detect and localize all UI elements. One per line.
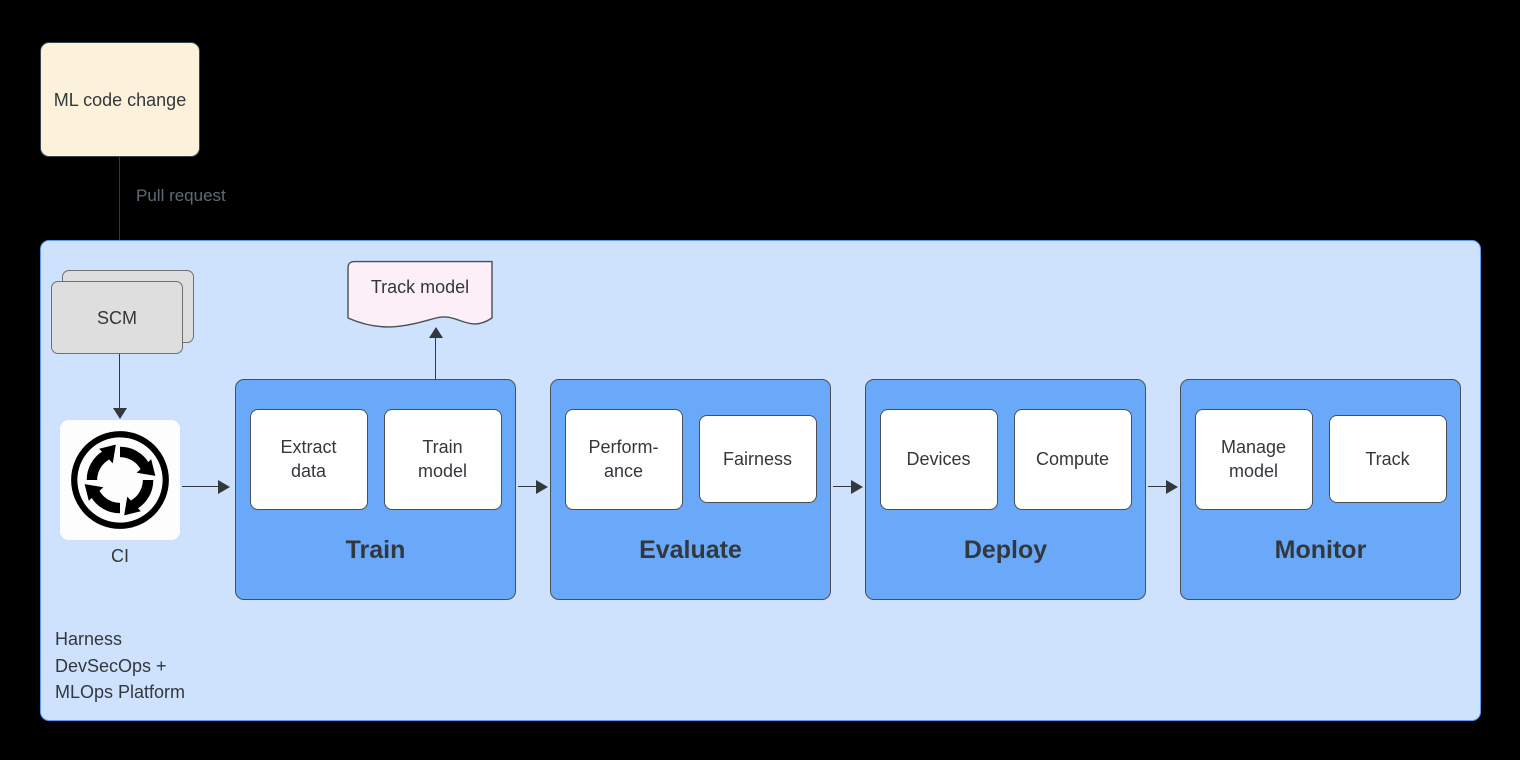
stage-train-label: Train — [345, 536, 406, 564]
ci-node[interactable] — [60, 420, 180, 540]
circular-arrows-icon — [71, 431, 169, 529]
scm-node[interactable]: SCM — [51, 270, 194, 354]
stage-train-substeps: Extract data Train model — [236, 380, 515, 538]
stage-deploy-substeps: Devices Compute — [866, 380, 1145, 538]
substep-devices[interactable]: Devices — [879, 408, 998, 510]
track-model-artifact[interactable]: Track model — [340, 260, 500, 334]
stage-evaluate-label: Evaluate — [639, 536, 742, 564]
substep-train-model[interactable]: Train model — [383, 408, 502, 510]
deploy-to-monitor-arrowhead — [1166, 480, 1178, 494]
stage-evaluate-substeps: Perform- ance Fairness — [551, 380, 830, 538]
platform-caption: Harness DevSecOps + MLOps Platform — [55, 629, 186, 702]
stage-deploy[interactable]: Devices Compute Deploy — [865, 379, 1146, 600]
diagram-canvas: ML code change Pull request Harness DevS… — [0, 0, 1520, 760]
substep-extract-data[interactable]: Extract data — [249, 408, 368, 510]
substep-fairness[interactable]: Fairness — [698, 415, 817, 503]
stage-monitor-label: Monitor — [1274, 536, 1367, 564]
train-to-track-model-arrowhead — [429, 327, 443, 338]
scm-stack-front-sheet: SCM — [51, 281, 183, 354]
stage-monitor-substeps: Manage model Track — [1181, 380, 1460, 538]
ci-label: CI — [111, 546, 129, 566]
stage-train[interactable]: Extract data Train model Train — [235, 379, 516, 600]
substep-performance[interactable]: Perform- ance — [564, 408, 683, 510]
train-to-track-model-connector-line — [435, 338, 437, 380]
stage-deploy-label: Deploy — [963, 536, 1048, 564]
ci-to-train-arrowhead — [218, 480, 230, 494]
track-model-label: Track model — [370, 277, 470, 297]
ci-to-train-connector-line — [182, 486, 220, 488]
stage-evaluate[interactable]: Perform- ance Fairness Evaluate — [550, 379, 831, 600]
substep-track[interactable]: Track — [1328, 415, 1447, 503]
scm-to-ci-connector-line — [119, 354, 121, 416]
scm-to-ci-arrowhead — [113, 408, 127, 419]
ml-code-change-node[interactable]: ML code change — [40, 42, 200, 157]
stage-monitor[interactable]: Manage model Track Monitor — [1180, 379, 1461, 600]
evaluate-to-deploy-arrowhead — [851, 480, 863, 494]
ml-code-change-label: ML code change — [53, 89, 187, 110]
train-to-evaluate-arrowhead — [536, 480, 548, 494]
substep-manage-model[interactable]: Manage model — [1194, 408, 1313, 510]
pull-request-label: Pull request — [136, 186, 226, 205]
scm-label: SCM — [97, 307, 137, 328]
substep-compute[interactable]: Compute — [1013, 408, 1132, 510]
